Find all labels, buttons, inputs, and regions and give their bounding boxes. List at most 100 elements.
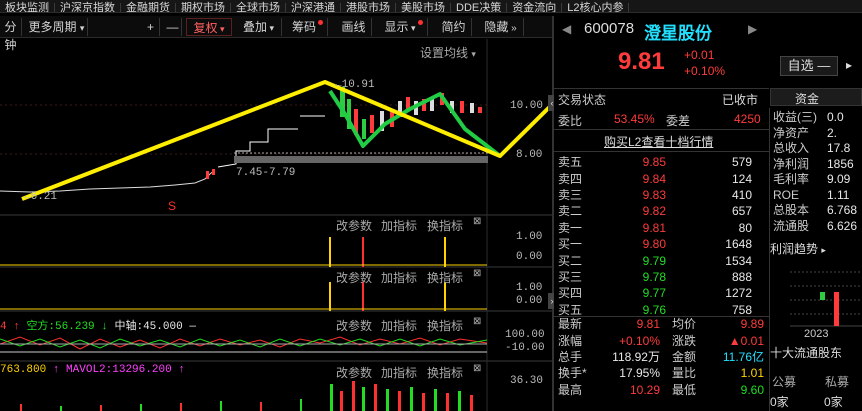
menu-item[interactable]: 沪深京指数 <box>55 3 121 12</box>
order-volume: 1272 <box>725 286 752 301</box>
close-icon[interactable]: ⊠ <box>473 363 481 374</box>
restore-rights-dropdown[interactable]: 复权 ▾ <box>186 18 232 36</box>
order-volume: 124 <box>731 171 752 186</box>
legend-value: 4 <box>0 321 7 333</box>
simplified-button[interactable]: 简约 <box>436 18 472 36</box>
fundamental-value: 9.09 <box>827 172 851 186</box>
chevron-right-icon: ▸ <box>821 245 826 255</box>
menu-item[interactable]: 沪深港通 <box>286 3 341 12</box>
switch-indicator-button[interactable]: 换指标 <box>427 269 463 286</box>
order-level-label: 买三 <box>558 269 583 284</box>
chart-area[interactable]: 设置均线 ▾ ←10.91 ←6.21 7.45-7.79 S 10.00 8.… <box>0 39 552 411</box>
stat-row: 最高 10.29 最低 9.60 <box>558 382 768 398</box>
menu-item[interactable]: 板块监测 <box>0 3 55 12</box>
quote-stats: 最新 9.81 均价 9.89 涨幅 +0.10% 涨跌 ▲0.01 总手 118.92万 金额 11… <box>558 316 768 398</box>
menu-item[interactable]: L2核心内参 <box>562 3 630 12</box>
add-watchlist-button[interactable]: 自选 — <box>780 56 838 76</box>
zoom-in-button[interactable]: + <box>142 18 160 36</box>
menu-item[interactable]: 资金流向 <box>507 3 563 12</box>
draw-line-button[interactable]: 画线 <box>336 18 372 36</box>
menu-item[interactable]: 全球市场 <box>231 3 286 12</box>
menu-item[interactable]: 港股市场 <box>341 3 396 12</box>
top10-holders-label: 十大流通股东 <box>770 346 843 360</box>
more-periods-label: 更多周期 <box>28 20 77 34</box>
arrow-up-icon: ↑ <box>52 364 60 376</box>
order-volume: 888 <box>731 269 752 284</box>
menu-item[interactable]: 金融期货 <box>121 3 176 12</box>
order-book-row[interactable]: 卖二 9.82 657 <box>558 203 758 219</box>
fundamental-label: 流通股 <box>773 218 810 233</box>
low-price-value: 6.21 <box>30 191 58 203</box>
change-params-button[interactable]: 改参数 <box>336 317 372 334</box>
change-params-button[interactable]: 改参数 <box>336 364 372 381</box>
change-params-button[interactable]: 改参数 <box>336 269 372 286</box>
fundamental-label: 净资产 <box>773 125 810 140</box>
change-params-button[interactable]: 改参数 <box>336 217 372 234</box>
ma-settings-label: 设置均线 <box>420 46 469 60</box>
more-periods-dropdown[interactable]: 更多周期 ▾ <box>26 18 88 36</box>
y-tick: 1.00 <box>516 231 543 243</box>
chevron-right-icon[interactable]: ▸ <box>846 58 852 72</box>
add-indicator-button[interactable]: 加指标 <box>381 269 417 286</box>
stat-value: 9.89 <box>740 317 764 332</box>
add-indicator-button[interactable]: 加指标 <box>381 364 417 381</box>
order-book-row[interactable]: 卖五 9.85 579 <box>558 154 758 170</box>
switch-indicator-button[interactable]: 换指标 <box>427 364 463 381</box>
market-menu-bar: 板块监测 沪深京指数 金融期货 期权市场 全球市场 沪深港通 港股市场 美股市场 DDE决策 资金… <box>0 0 862 13</box>
fundamental-row: 净资产 2. <box>773 126 862 142</box>
order-book-row[interactable]: 买一 9.80 1648 <box>558 236 758 252</box>
order-price: 9.77 <box>642 286 666 301</box>
order-price: 9.83 <box>642 187 666 202</box>
overlay-dropdown[interactable]: 叠加 ▾ <box>236 18 282 36</box>
stat-row: 涨幅 +0.10% 涨跌 ▲0.01 <box>558 332 768 348</box>
order-level-label: 买四 <box>558 286 583 301</box>
high-candles <box>340 87 482 139</box>
cost-range-label: 7.45-7.79 <box>236 167 296 179</box>
stat-label: 换手* <box>558 366 587 381</box>
legend-value: 空方:56.239 <box>26 321 95 333</box>
profit-trend-text: 利润趋势 <box>770 242 819 256</box>
weicha-label: 委差 <box>666 114 691 128</box>
stat-row: 换手* 17.95% 量比 1.01 <box>558 365 768 381</box>
switch-indicator-button[interactable]: 换指标 <box>427 217 463 234</box>
order-book-row[interactable]: 买三 9.78 888 <box>558 269 758 285</box>
next-stock-icon[interactable]: ▶ <box>748 22 757 36</box>
weibi-value: 53.45% <box>614 112 655 126</box>
order-level-label: 买一 <box>558 237 583 252</box>
order-price: 9.81 <box>642 220 666 235</box>
display-button[interactable]: 显示 ▾ <box>380 18 428 36</box>
arrow-up-icon: ↑ <box>13 321 20 333</box>
period-tab-minute[interactable]: 分钟 <box>0 18 22 52</box>
order-book-row[interactable]: 买四 9.77 1272 <box>558 285 758 301</box>
oscillator-legend: 4 ↑ 空方:56.239 ↓ 中轴:45.000 — <box>0 321 196 333</box>
menu-item[interactable]: DDE决策 <box>451 3 508 12</box>
chips-button[interactable]: 筹码 <box>288 18 328 36</box>
close-icon[interactable]: ⊠ <box>473 268 481 279</box>
stat-value: ▲0.01 <box>728 333 764 348</box>
stat-label: 最低 <box>672 382 697 397</box>
close-icon[interactable]: ⊠ <box>473 316 481 327</box>
order-book-row[interactable]: 卖三 9.83 410 <box>558 187 758 203</box>
chevron-down-icon: ▾ <box>266 23 275 33</box>
stat-value: 1.01 <box>740 366 764 381</box>
add-indicator-button[interactable]: 加指标 <box>381 217 417 234</box>
order-book-row[interactable]: 卖四 9.84 124 <box>558 170 758 186</box>
order-book-row[interactable]: 卖一 9.81 80 <box>558 220 758 236</box>
menu-item[interactable]: 美股市场 <box>396 3 451 12</box>
order-book-row[interactable]: 买二 9.79 1534 <box>558 252 758 268</box>
switch-indicator-button[interactable]: 换指标 <box>427 317 463 334</box>
ma-settings-button[interactable]: 设置均线 ▾ <box>420 44 476 61</box>
hide-button[interactable]: 隐藏 » <box>478 18 524 36</box>
fund-tab[interactable]: 资金 <box>770 88 862 106</box>
display-label: 显示 <box>384 20 409 34</box>
close-icon[interactable]: ⊠ <box>473 216 481 227</box>
prev-stock-icon[interactable]: ◀ <box>562 22 571 36</box>
buy-l2-link[interactable]: 购买L2查看十档行情 <box>604 133 713 150</box>
zoom-out-button[interactable]: — <box>164 18 182 36</box>
fundamental-value: 1856 <box>827 156 854 171</box>
fund-tab-label: 资金 <box>795 92 820 106</box>
add-indicator-button[interactable]: 加指标 <box>381 317 417 334</box>
fundamental-value: 6.768 <box>827 203 858 217</box>
order-volume: 657 <box>731 204 752 219</box>
menu-item[interactable]: 期权市场 <box>176 3 231 12</box>
